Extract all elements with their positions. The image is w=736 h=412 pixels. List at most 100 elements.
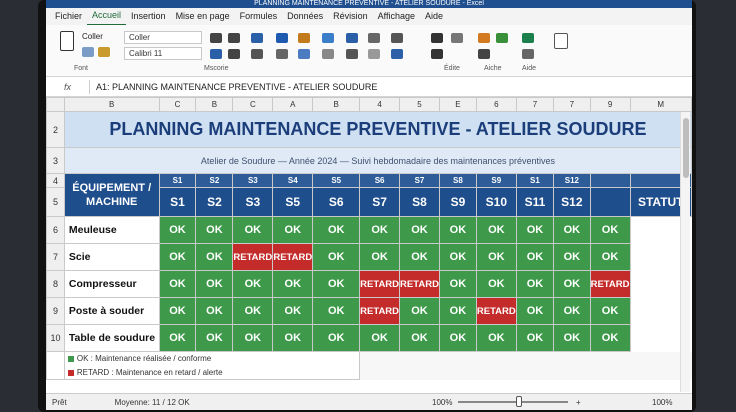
week-status-cell[interactable]: OK	[158, 216, 197, 244]
week-status-cell[interactable]: OK	[553, 216, 591, 244]
tab-insertion[interactable]: Insertion	[126, 8, 171, 25]
week-status-cell[interactable]: OK	[195, 324, 234, 352]
tab-affichage[interactable]: Affichage	[373, 8, 420, 25]
tab-formules[interactable]: Formules	[235, 8, 283, 25]
week-small[interactable]: S1	[515, 173, 555, 188]
select-icon[interactable]	[451, 33, 463, 43]
week-status-cell[interactable]: OK	[232, 216, 274, 244]
row-header[interactable]: 2	[46, 111, 65, 148]
week-status-cell[interactable]: OK	[438, 324, 477, 352]
clear-icon[interactable]	[368, 49, 380, 59]
week-status-cell[interactable]: OK	[195, 216, 234, 244]
number-format-icon[interactable]	[322, 49, 334, 59]
col-header[interactable]: 7	[515, 97, 555, 112]
week-small[interactable]	[589, 173, 631, 188]
sort-icon[interactable]	[391, 49, 403, 59]
week-status-cell[interactable]: OK	[399, 324, 440, 352]
week-status-cell[interactable]: OK	[195, 297, 234, 325]
week-status-cell[interactable]: OK	[438, 297, 477, 325]
tab-aide[interactable]: Aide	[420, 8, 448, 25]
row-header[interactable]: 5	[46, 187, 65, 217]
week-status-cell[interactable]: OK	[272, 324, 314, 352]
week-small[interactable]: S12	[553, 173, 591, 188]
align-center-icon[interactable]	[228, 33, 240, 43]
font-color-icon[interactable]	[251, 49, 263, 59]
week-status-cell[interactable]: OK	[515, 270, 555, 298]
week-header[interactable]	[589, 187, 631, 217]
sum-icon[interactable]	[391, 33, 403, 43]
week-status-cell[interactable]: OK	[359, 243, 401, 271]
row-header[interactable]: 3	[46, 147, 65, 174]
week-status-cell[interactable]: OK	[475, 243, 517, 271]
equipment-name[interactable]: Meuleuse	[63, 216, 160, 244]
table-format-icon[interactable]	[298, 49, 310, 59]
row-header[interactable]: 4	[46, 173, 65, 188]
vertical-scrollbar[interactable]	[680, 112, 690, 392]
week-status-cell[interactable]: OK	[515, 324, 555, 352]
row-header[interactable]: 8	[46, 270, 65, 298]
tab-mise-en-page[interactable]: Mise en page	[171, 8, 235, 25]
col-header[interactable]: A	[272, 97, 314, 112]
paste-label[interactable]: Coller	[82, 32, 103, 41]
document-icon[interactable]	[554, 33, 568, 49]
delete-icon[interactable]	[346, 49, 358, 59]
week-header[interactable]: S2	[195, 187, 234, 217]
addins-icon[interactable]	[522, 33, 534, 43]
week-status-cell[interactable]: OK	[312, 297, 361, 325]
equipment-name[interactable]: Poste à souder	[63, 297, 160, 325]
col-header[interactable]: 9	[589, 97, 631, 112]
conditional-format-icon[interactable]	[298, 33, 310, 43]
week-status-cell[interactable]: RETARD	[232, 243, 274, 271]
fill-icon[interactable]	[431, 49, 443, 59]
week-small[interactable]: S8	[438, 173, 477, 188]
row-header[interactable]: 6	[46, 216, 65, 244]
tab-revision[interactable]: Révision	[328, 8, 373, 25]
find-icon[interactable]	[431, 33, 443, 43]
status-cell[interactable]: OK	[589, 216, 631, 244]
status-cell[interactable]: OK	[589, 243, 631, 271]
zoom-plus-icon[interactable]: +	[576, 398, 581, 407]
col-header[interactable]: C	[232, 97, 274, 112]
col-header[interactable]: 5	[399, 97, 440, 112]
fill-color-icon[interactable]	[251, 33, 263, 43]
week-small[interactable]: S9	[475, 173, 517, 188]
week-status-cell[interactable]: OK	[475, 270, 517, 298]
cell-style-icon[interactable]	[322, 33, 334, 43]
week-status-cell[interactable]: OK	[312, 270, 361, 298]
zoom-knob[interactable]	[516, 396, 522, 407]
week-status-cell[interactable]: OK	[359, 216, 401, 244]
week-status-cell[interactable]: OK	[553, 270, 591, 298]
merge-icon[interactable]	[210, 49, 222, 59]
week-status-cell[interactable]: OK	[515, 243, 555, 271]
week-status-cell[interactable]: OK	[232, 297, 274, 325]
status-cell[interactable]: RETARD	[589, 270, 631, 298]
week-header[interactable]: S3	[232, 187, 274, 217]
col-header[interactable]: M	[629, 97, 692, 112]
week-status-cell[interactable]: OK	[399, 243, 440, 271]
row-header[interactable]: 7	[46, 243, 65, 271]
week-status-cell[interactable]: OK	[475, 216, 517, 244]
week-status-cell[interactable]: RETARD	[399, 270, 440, 298]
row-header[interactable]: 10	[46, 324, 65, 352]
week-status-cell[interactable]: OK	[312, 324, 361, 352]
row-header[interactable]: 9	[46, 297, 65, 325]
format-icon[interactable]	[368, 33, 380, 43]
col-header[interactable]: 6	[475, 97, 517, 112]
zoom-slider[interactable]	[458, 401, 568, 403]
week-small[interactable]: S7	[399, 173, 440, 188]
week-header[interactable]: S7	[359, 187, 401, 217]
week-header[interactable]: S9	[438, 187, 477, 217]
week-status-cell[interactable]: OK	[399, 297, 440, 325]
week-status-cell[interactable]: OK	[359, 324, 401, 352]
col-header[interactable]: B	[312, 97, 361, 112]
status-cell[interactable]: OK	[589, 297, 631, 325]
equipment-name[interactable]: Table de soudure	[63, 324, 160, 352]
col-header[interactable]: B	[63, 97, 160, 112]
format-painter-icon[interactable]	[98, 47, 110, 57]
analyze-icon[interactable]	[478, 33, 490, 43]
col-header[interactable]: 7	[553, 97, 591, 112]
ideas-icon[interactable]	[496, 33, 508, 43]
week-status-cell[interactable]: RETARD	[272, 243, 314, 271]
week-status-cell[interactable]: OK	[438, 243, 477, 271]
week-small[interactable]: S4	[272, 173, 314, 188]
